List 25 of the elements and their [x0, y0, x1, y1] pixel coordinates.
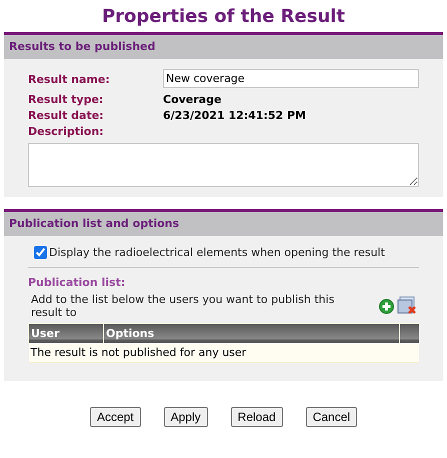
dialog-button[interactable]: Reload — [230, 407, 283, 427]
column-header: User — [28, 324, 104, 343]
field-label: Description: — [28, 125, 105, 138]
section-header: Results to be published — [4, 32, 443, 59]
field-value: Coverage — [163, 93, 222, 106]
field-label: Result date: — [28, 109, 105, 122]
checkbox[interactable] — [34, 246, 47, 259]
list-title: Publication list: — [28, 276, 126, 289]
section-header: Publication list and options — [4, 209, 443, 236]
dialog-button[interactable]: Accept — [90, 407, 141, 427]
column-header — [400, 324, 419, 343]
input-field[interactable]: New coverage — [163, 69, 419, 88]
dialog-button[interactable]: Apply — [164, 407, 208, 427]
field-label: Result name: — [28, 73, 111, 86]
remove-window-icon[interactable] — [397, 296, 417, 316]
column-header: Options — [104, 324, 400, 343]
field-value: 6/23/2021 12:41:52 PM — [163, 109, 307, 122]
add-icon[interactable] — [379, 298, 394, 314]
empty-message: The result is not published for any user — [28, 343, 419, 362]
dialog-button[interactable]: Cancel — [306, 407, 358, 427]
description-field[interactable] — [28, 143, 419, 187]
hint-text: Add to the list below the users you want to publish this result to — [30, 293, 336, 319]
field-label: Result type: — [28, 93, 104, 106]
checkbox-label: Display the radioelectrical elements when opening the result — [49, 246, 385, 259]
page-title: Properties of the Result — [100, 5, 346, 29]
